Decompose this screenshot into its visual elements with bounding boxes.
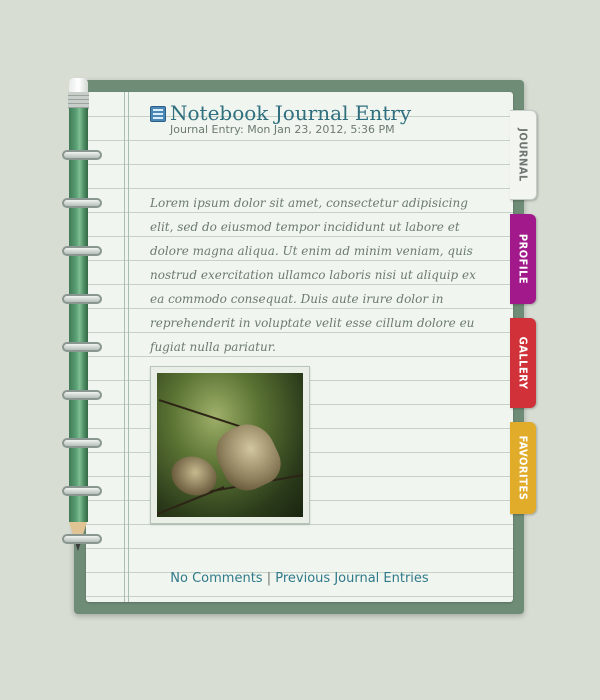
spiral-ring-icon: [62, 294, 102, 304]
footer-separator: |: [266, 571, 272, 586]
spiral-ring-icon: [62, 246, 102, 256]
tab-favorites[interactable]: FAVORITES: [510, 422, 536, 514]
tab-journal[interactable]: JOURNAL: [510, 110, 537, 200]
entry-body: Lorem ipsum dolor sit amet, consectetur …: [150, 196, 476, 354]
spiral-ring-icon: [62, 534, 102, 544]
entry-photo[interactable]: [150, 366, 310, 524]
tab-profile[interactable]: PROFILE: [510, 214, 536, 304]
tab-label: FAVORITES: [516, 435, 530, 501]
margin-line: [128, 92, 129, 602]
pencil-icon: [69, 108, 88, 522]
notebook-icon: [150, 106, 166, 122]
tab-gallery[interactable]: GALLERY: [510, 318, 536, 408]
spiral-ring-icon: [62, 438, 102, 448]
margin-line: [124, 92, 125, 602]
entry-title[interactable]: Notebook Journal Entry: [170, 101, 411, 125]
photo-image: [157, 373, 303, 517]
entry-footer: No Comments | Previous Journal Entries: [86, 571, 513, 586]
comments-link[interactable]: No Comments: [170, 571, 262, 586]
spiral-ring-icon: [62, 486, 102, 496]
tab-label: GALLERY: [516, 336, 530, 390]
spiral-ring-icon: [62, 342, 102, 352]
spiral-ring-icon: [62, 390, 102, 400]
tab-label: JOURNAL: [516, 128, 530, 182]
spiral-ring-icon: [62, 198, 102, 208]
spiral-ring-icon: [62, 150, 102, 160]
photo-detail: [158, 399, 246, 429]
previous-entries-link[interactable]: Previous Journal Entries: [275, 571, 428, 586]
photo-detail: [208, 415, 288, 499]
tab-label: PROFILE: [516, 233, 530, 285]
entry-date: Journal Entry: Mon Jan 23, 2012, 5:36 PM: [170, 123, 395, 136]
photo-detail: [165, 450, 223, 502]
